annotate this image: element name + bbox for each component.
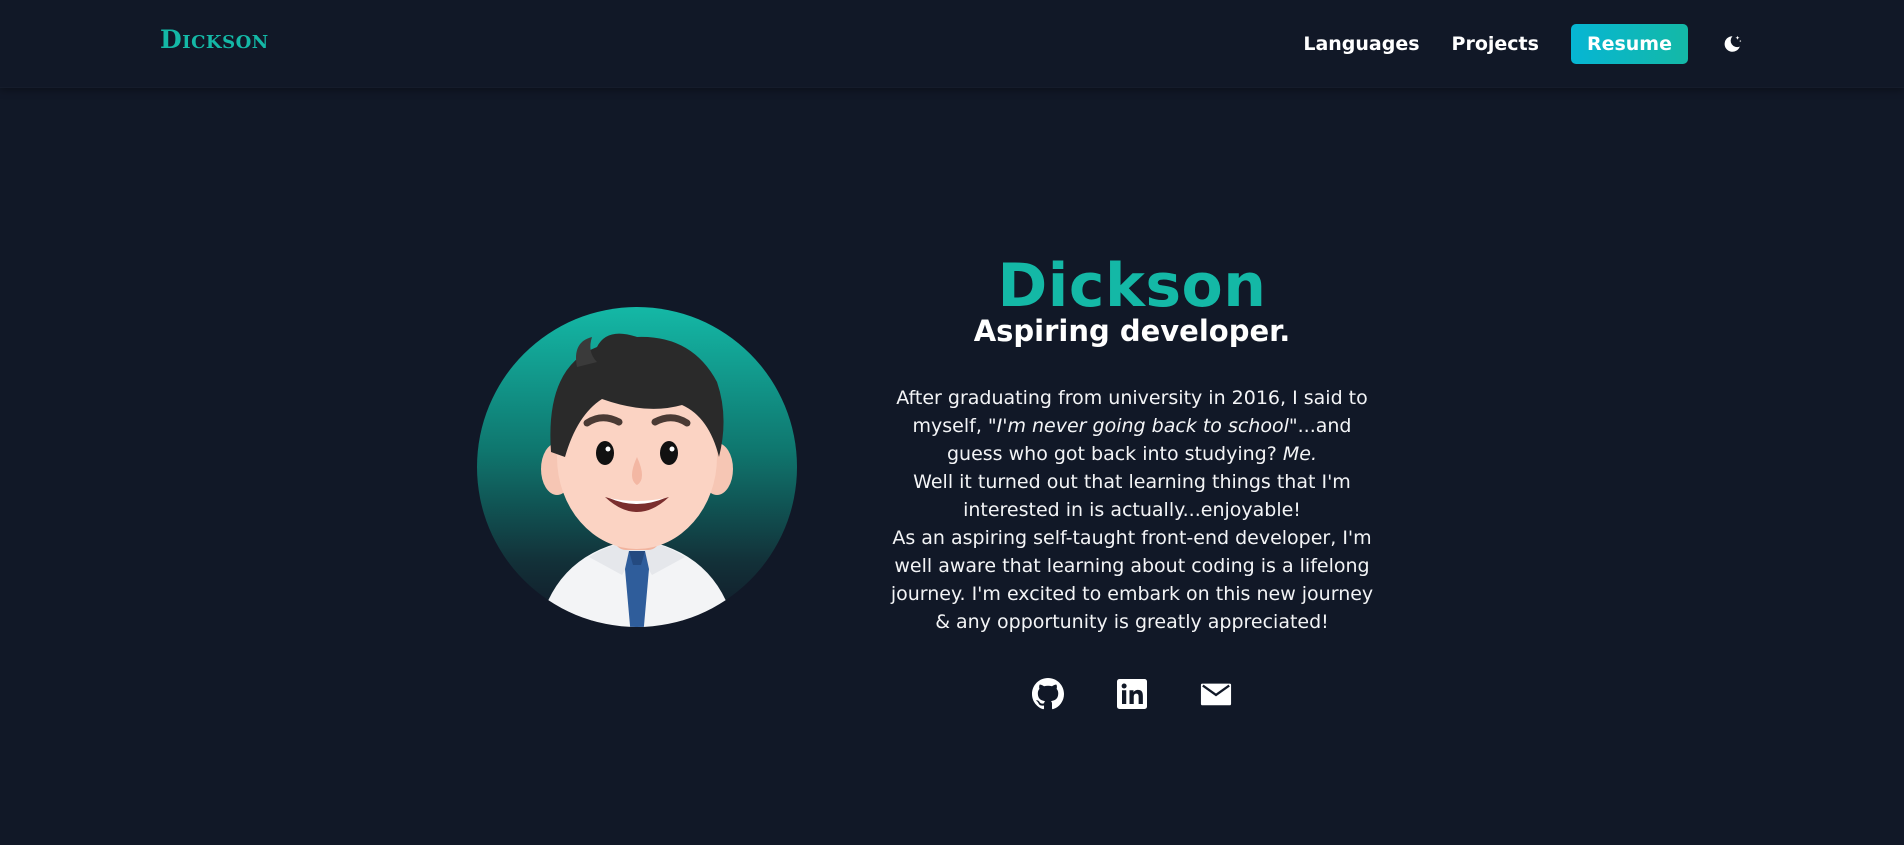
bio-paragraph-2: Well it turned out that learning things … bbox=[913, 471, 1351, 521]
nav-link-projects[interactable]: Projects bbox=[1452, 24, 1539, 64]
mail-icon[interactable] bbox=[1200, 678, 1232, 710]
hero-tagline: Aspiring developer. bbox=[973, 314, 1291, 348]
navbar: Dickson Languages Projects Resume bbox=[0, 0, 1904, 88]
resume-button[interactable]: Resume bbox=[1570, 24, 1688, 64]
hero-name: Dickson bbox=[997, 251, 1267, 321]
nav-link-languages[interactable]: Languages bbox=[1303, 24, 1419, 64]
avatar bbox=[477, 307, 797, 627]
bio-paragraph-1: After graduating from university in 2016… bbox=[882, 384, 1382, 468]
bio-paragraph-3: As an aspiring self-taught front-end dev… bbox=[890, 527, 1374, 633]
bio-emphasis: Me. bbox=[1282, 443, 1317, 465]
bio-quote: "I'm never going back to school" bbox=[987, 415, 1298, 437]
hero-section: Dickson Aspiring developer. After gradua… bbox=[862, 250, 1402, 710]
linkedin-icon[interactable] bbox=[1116, 678, 1148, 710]
hero-bio: After graduating from university in 2016… bbox=[882, 384, 1382, 636]
nav-links: Languages Projects Resume bbox=[1303, 24, 1744, 64]
social-links bbox=[862, 678, 1402, 710]
github-icon[interactable] bbox=[1032, 678, 1064, 710]
site-logo[interactable]: Dickson bbox=[160, 25, 269, 55]
moon-stars-icon[interactable] bbox=[1720, 32, 1744, 56]
